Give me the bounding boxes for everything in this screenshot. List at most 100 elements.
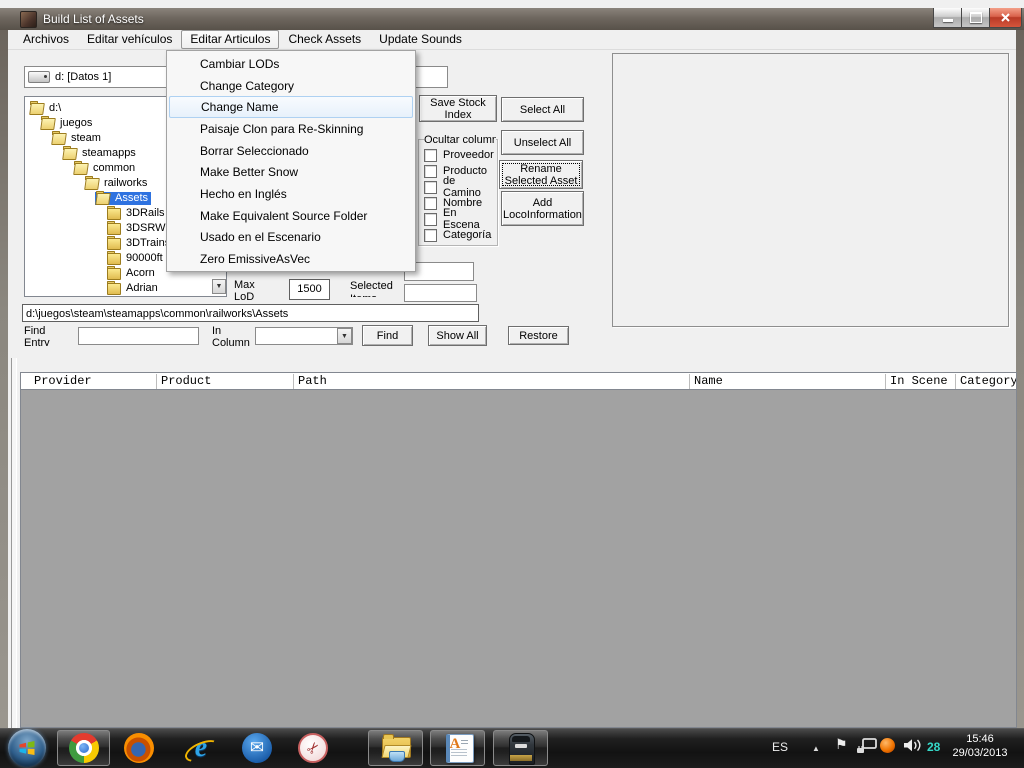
select-all-button[interactable]: Select All [501,97,584,122]
chrome-icon [69,733,99,763]
selected-items-label: SelectedItems [350,280,398,297]
column-header-product[interactable]: Product [161,375,211,388]
window-right-border [1016,30,1024,728]
menu-item-usado-en-escenario[interactable]: Usado en el Escenario [167,227,415,249]
max-lod-label: MaxLoD [234,279,262,301]
column-header-provider[interactable]: Provider [34,375,92,388]
checkbox-producto[interactable] [424,165,437,178]
rename-selected-asset-button[interactable]: Rename Selected Asset [499,160,583,189]
menu-item-borrar-seleccionado[interactable]: Borrar Seleccionado [167,140,415,162]
checkbox-en-escena[interactable] [424,213,437,226]
menu-item-make-better-snow[interactable]: Make Better Snow [167,161,415,183]
drive-icon [28,71,50,83]
windows-flag-icon [17,738,37,758]
menu-item-zero-emissiveasvec[interactable]: Zero EmissiveAsVec [167,248,415,270]
volume-icon[interactable] [903,738,925,758]
folder-icon [107,283,123,295]
menu-editar-vehiculos[interactable]: Editar vehículos [78,30,181,49]
titlebar[interactable]: Build List of Assets [0,8,1024,30]
menu-check-assets[interactable]: Check Assets [279,30,370,49]
asset-table-body[interactable] [20,390,1017,728]
language-indicator[interactable]: ES [772,740,788,754]
taskbar-app-text-editor[interactable]: A [430,730,485,766]
panel-edge [11,358,17,728]
text-editor-icon: A [443,733,473,763]
taskbar-app-windows-explorer[interactable] [368,730,423,766]
window-glass-edge [0,0,1024,8]
network-icon[interactable] [856,738,878,759]
folder-open-icon [74,163,90,175]
menu-item-hecho-en-ingles[interactable]: Hecho en Inglés [167,183,415,205]
checkbox-proveedor[interactable] [424,149,437,162]
taskbar-app-internet-explorer[interactable]: e [186,733,216,763]
column-combo-arrow[interactable]: ▼ [337,328,352,344]
checkbox-categoria[interactable] [424,229,437,242]
taskbar-app-capture-tool[interactable]: ✂ [298,733,328,763]
menu-bar: Archivos Editar vehículos Editar Articul… [8,30,1016,50]
train-simulator-icon [506,733,536,763]
start-button[interactable] [8,729,46,767]
action-center-flag-icon[interactable]: ⚑ [835,736,848,753]
preview-panel [612,53,1009,327]
minimize-icon [943,19,953,22]
folder-open-icon [85,178,101,190]
minimize-button[interactable] [933,8,963,28]
unselect-all-button[interactable]: Unselect All [501,130,584,155]
folder-icon [107,253,123,265]
scissors-icon: ✂ [298,733,328,763]
close-button[interactable] [989,8,1022,28]
menu-item-change-category[interactable]: Change Category [167,75,415,97]
column-header-name[interactable]: Name [694,375,723,388]
asset-table-header[interactable]: Provider Product Path Name In Scene Cate… [20,372,1017,390]
path-field[interactable]: d:\juegos\steam\steamapps\common\railwor… [22,304,479,322]
column-header-category[interactable]: Category [960,375,1017,388]
folder-icon [107,268,123,280]
hide-columns-label: Ocultar column [424,134,496,145]
taskbar-app-thunderbird[interactable]: ✉ [242,733,272,763]
find-button[interactable]: Find [362,325,413,346]
folder-icon [107,208,123,220]
clock[interactable]: 15:46 29/03/2013 [945,732,1015,760]
add-locoinformation-button[interactable]: Add LocoInformation [501,191,584,226]
taskbar-app-firefox[interactable] [124,733,154,763]
drive-selector[interactable]: d: [Datos 1] [24,66,187,88]
menu-editar-articulos[interactable]: Editar Articulos [181,30,279,49]
column-header-in-scene[interactable]: In Scene [890,375,948,388]
editar-articulos-menu: Cambiar LODs Change Category Change Name… [166,50,416,272]
antivirus-icon[interactable] [880,738,895,753]
temperature-indicator[interactable]: 28 [927,740,940,754]
menu-item-change-name[interactable]: Change Name [169,96,413,118]
drive-selector-value: d: [Datos 1] [55,70,111,84]
taskbar-app-chrome[interactable] [57,730,110,766]
folder-open-icon [63,148,79,160]
save-stock-index-button[interactable]: Save Stock Index [419,95,497,122]
maximize-icon [970,12,982,23]
menu-item-paisaje-clon[interactable]: Paisaje Clon para Re-Skinning [167,118,415,140]
selected-items-field[interactable] [404,284,477,302]
tree-scroll-down-button[interactable]: ▼ [212,279,226,294]
tree-item[interactable]: Adrian [25,281,226,296]
show-hidden-icons-arrow[interactable]: ▲ [812,744,820,753]
menu-archivos[interactable]: Archivos [14,30,78,49]
windows-explorer-icon [381,733,411,763]
maximize-button[interactable] [961,8,991,28]
column-header-path[interactable]: Path [298,375,327,388]
close-icon [1000,12,1011,23]
window-title: Build List of Assets [43,12,144,26]
menu-item-cambiar-lods[interactable]: Cambiar LODs [167,53,415,75]
find-entry-input[interactable] [78,327,199,345]
folder-open-icon [52,133,68,145]
taskbar-app-train-simulator[interactable] [493,730,548,766]
menu-update-sounds[interactable]: Update Sounds [370,30,471,49]
thunderbird-icon: ✉ [242,733,272,763]
window-left-border [0,30,8,728]
clock-date: 29/03/2013 [945,746,1015,760]
checkbox-nombre[interactable] [424,197,437,210]
find-entry-label: FindEntry [24,325,64,346]
restore-button[interactable]: Restore [508,326,569,345]
checkbox-de-camino[interactable] [424,181,437,194]
menu-item-make-equivalent-source[interactable]: Make Equivalent Source Folder [167,205,415,227]
max-lod-field[interactable]: 1500 [289,279,330,300]
show-all-button[interactable]: Show All [428,325,487,346]
folder-icon [107,223,123,235]
